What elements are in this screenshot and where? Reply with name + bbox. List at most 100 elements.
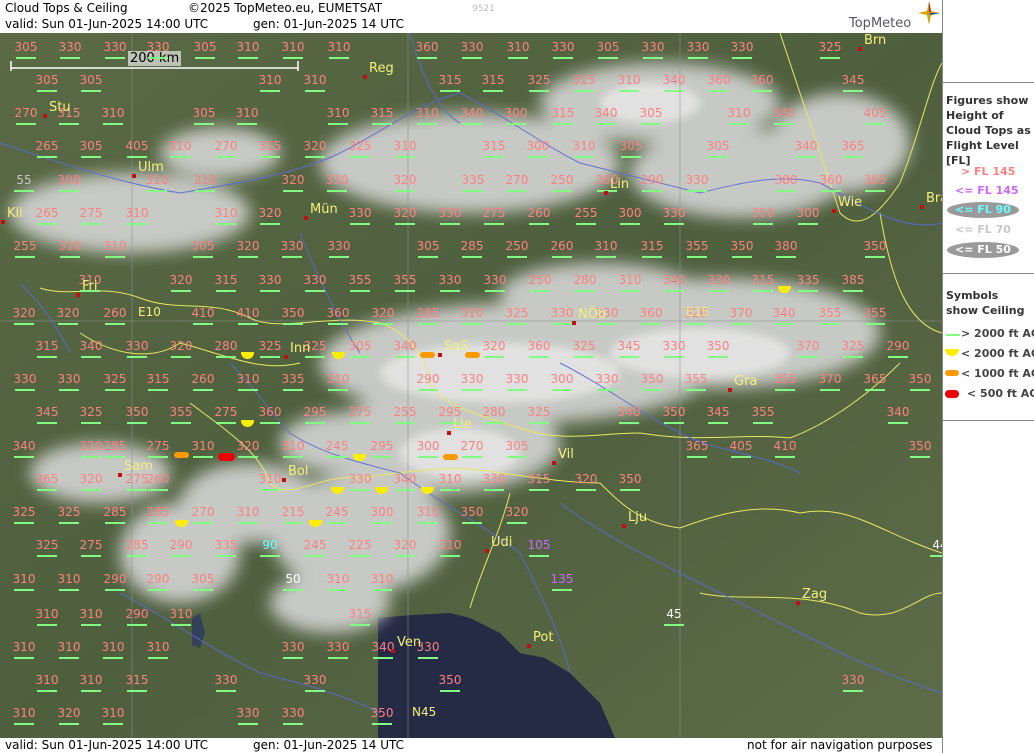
ceiling-bar bbox=[620, 223, 640, 225]
cloud-top-value: 330 bbox=[438, 206, 462, 220]
ceiling-bar bbox=[643, 57, 663, 59]
ceiling-below-2000-icon bbox=[421, 487, 434, 494]
city-label: N45 bbox=[412, 705, 437, 719]
cloud-top-value: 310 bbox=[393, 139, 417, 153]
ceiling-bar bbox=[283, 323, 303, 325]
cloud-top-value: 285 bbox=[460, 239, 484, 253]
orange-pill-icon bbox=[945, 370, 959, 376]
ceiling-bar bbox=[821, 190, 841, 192]
cloud-top-value: 370 bbox=[729, 306, 753, 320]
cloud-top-value: 300 bbox=[57, 173, 81, 187]
cloud-top-value: 330 bbox=[348, 206, 372, 220]
cloud-top-value: 310 bbox=[327, 40, 351, 54]
cloud-top-value: 330 bbox=[303, 673, 327, 687]
cloud-top-value: 300 bbox=[526, 139, 550, 153]
city-marker-icon bbox=[604, 191, 608, 195]
cloud-top-value: 310 bbox=[258, 73, 282, 87]
cloud-top-value: 315 bbox=[572, 73, 596, 87]
cloud-top-value: 320 bbox=[79, 472, 103, 486]
cloud-top-value: 290 bbox=[886, 339, 910, 353]
cloud-top-value: 320 bbox=[57, 706, 81, 720]
ceiling-bar bbox=[14, 323, 34, 325]
ceiling-bar bbox=[260, 489, 280, 491]
ceiling-bar bbox=[260, 356, 280, 358]
city-label: Lin bbox=[610, 177, 630, 192]
ceiling-bar bbox=[484, 422, 504, 424]
ceiling-bar bbox=[283, 389, 303, 391]
ceiling-bar bbox=[372, 456, 392, 458]
cloud-top-value: 44 bbox=[932, 538, 942, 552]
cloud-top-value: 350 bbox=[751, 206, 775, 220]
cloud-top-value: 315 bbox=[125, 673, 149, 687]
ceiling-bar bbox=[506, 123, 526, 125]
ceiling-bar bbox=[910, 456, 930, 458]
ceiling-bar bbox=[14, 589, 34, 591]
ceiling-bar bbox=[260, 90, 280, 92]
cloud-top-value: 325 bbox=[57, 505, 81, 519]
cloud-top-value: 340 bbox=[594, 106, 618, 120]
ceiling-bar bbox=[775, 456, 795, 458]
cloud-top-value: 365 bbox=[35, 472, 59, 486]
ceiling-bar bbox=[708, 422, 728, 424]
ceiling-bar bbox=[664, 90, 684, 92]
legend-panel: Figures show Height of Cloud Tops as Fli… bbox=[942, 0, 1034, 753]
ceiling-bar bbox=[193, 256, 213, 258]
ceiling-bar bbox=[798, 223, 818, 225]
cloud-top-value: 330 bbox=[505, 372, 529, 386]
ceiling-bar bbox=[462, 389, 482, 391]
cloud-top-value: 315 bbox=[258, 139, 282, 153]
cloud-top-value: 340 bbox=[794, 139, 818, 153]
ceiling-bar bbox=[105, 389, 125, 391]
ceiling-bar bbox=[81, 156, 101, 158]
cloud-top-value: 310 bbox=[506, 40, 530, 54]
ceiling-bar bbox=[170, 156, 190, 158]
satellite-map[interactable]: 200 km 305 330 330 330 305 310 310 310 360 330 310… bbox=[0, 33, 942, 738]
ceiling-bar bbox=[58, 323, 78, 325]
ceiling-bar bbox=[664, 422, 684, 424]
cloud-top-value: 260 bbox=[103, 306, 127, 320]
cloud-top-value: 325 bbox=[103, 372, 127, 386]
ceiling-bar bbox=[552, 323, 572, 325]
ceiling-bar bbox=[440, 690, 460, 692]
ceiling-bar bbox=[731, 323, 751, 325]
cloud-top-value: 320 bbox=[574, 472, 598, 486]
ceiling-bar bbox=[328, 389, 348, 391]
ceiling-bar bbox=[395, 290, 415, 292]
ceiling-bar bbox=[37, 422, 57, 424]
ceiling-bar bbox=[395, 156, 415, 158]
ceiling-bar bbox=[642, 190, 662, 192]
cloud-top-value: 340 bbox=[460, 106, 484, 120]
cloud-top-value: 310 bbox=[12, 640, 36, 654]
ceiling-bar bbox=[193, 389, 213, 391]
cloud-top-value: 310 bbox=[727, 106, 751, 120]
ceiling-bar bbox=[597, 323, 617, 325]
cloud-top-value: 45 bbox=[666, 607, 682, 621]
ceiling-bar bbox=[576, 489, 596, 491]
ceil-legend-item-2: < 2000 ft AGL bbox=[961, 347, 1034, 360]
ceiling-bar bbox=[305, 422, 325, 424]
ceiling-bar bbox=[687, 456, 707, 458]
cloud-top-value: 350 bbox=[730, 239, 754, 253]
ceiling-bar bbox=[619, 356, 639, 358]
ceiling-bar bbox=[642, 389, 662, 391]
ceiling-bar bbox=[372, 522, 392, 524]
cloud-top-value: 355 bbox=[818, 306, 842, 320]
cloud-top-value: 90 bbox=[262, 538, 278, 552]
ceiling-bar bbox=[529, 422, 549, 424]
cloud-top-value: 310 bbox=[438, 538, 462, 552]
cloud-top-value: 310 bbox=[438, 472, 462, 486]
cloud-top-value: 405 bbox=[125, 139, 149, 153]
cloud-top-value: 365 bbox=[685, 439, 709, 453]
cloud-top-value: 310 bbox=[281, 439, 305, 453]
ceiling-bar bbox=[37, 489, 57, 491]
ceiling-bar bbox=[395, 356, 415, 358]
ceiling-bar bbox=[642, 256, 662, 258]
valid-time: valid: Sun 01-Jun-2025 14:00 UTC bbox=[5, 17, 209, 31]
ceiling-bar bbox=[528, 156, 548, 158]
ceiling-bar bbox=[440, 290, 460, 292]
footer-valid: valid: Sun 01-Jun-2025 14:00 UTC bbox=[5, 738, 209, 752]
ceiling-bar bbox=[462, 323, 482, 325]
ceiling-bar bbox=[81, 555, 101, 557]
cloud-top-value: 295 bbox=[303, 405, 327, 419]
cloud-top-value: 255 bbox=[13, 239, 37, 253]
